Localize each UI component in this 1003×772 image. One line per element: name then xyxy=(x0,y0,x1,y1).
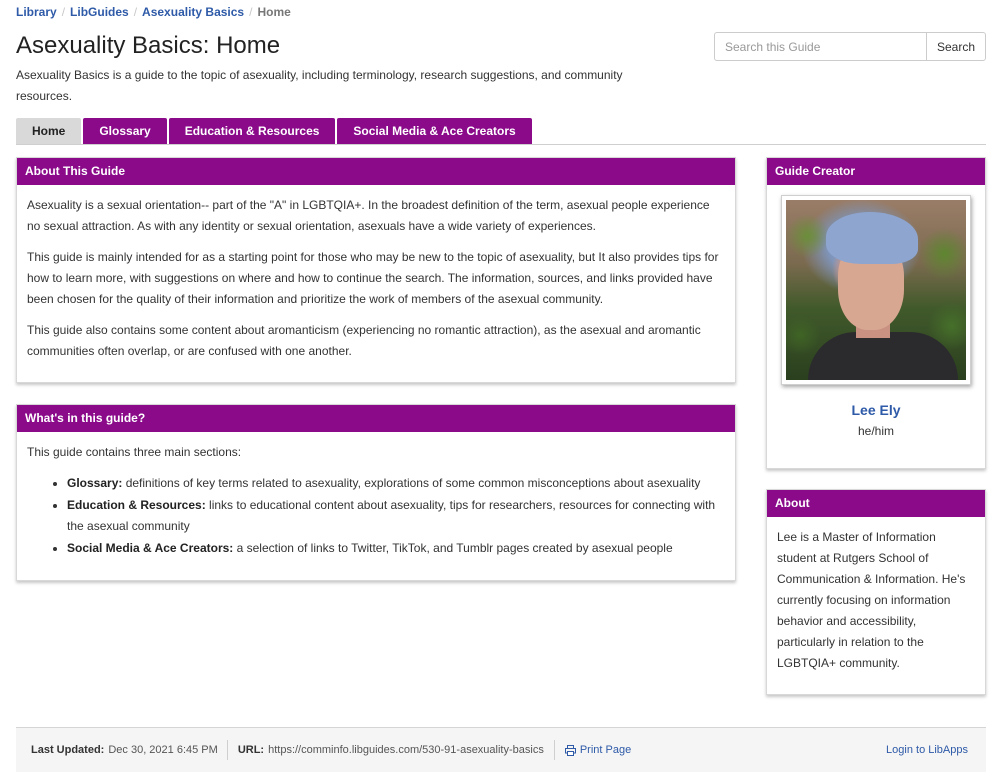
photo-shirt xyxy=(808,332,958,380)
list-item-term: Social Media & Ace Creators: xyxy=(67,541,234,555)
guide-search: Search xyxy=(714,32,986,61)
creator-photo-frame xyxy=(781,195,971,385)
breadcrumb-separator: / xyxy=(249,5,253,19)
search-button[interactable]: Search xyxy=(926,32,986,61)
whats-in-guide-body: This guide contains three main sections:… xyxy=(17,432,735,559)
breadcrumb-library-link[interactable]: Library xyxy=(16,5,57,19)
page-footer: Last Updated: Dec 30, 2021 6:45 PM URL: … xyxy=(16,727,986,772)
last-updated-label: Last Updated: xyxy=(31,744,105,756)
list-item: Social Media & Ace Creators: a selection… xyxy=(67,538,725,559)
about-guide-paragraph: This guide is mainly intended for as a s… xyxy=(27,250,719,306)
last-updated-value: Dec 30, 2021 6:45 PM xyxy=(108,744,218,756)
print-page-label: Print Page xyxy=(579,744,632,756)
footer-print: Print Page xyxy=(555,740,631,760)
about-creator-body: Lee is a Master of Information student a… xyxy=(767,517,985,674)
breadcrumb-separator: / xyxy=(133,5,138,19)
list-item-text: a selection of links to Twitter, TikTok,… xyxy=(233,541,673,555)
about-guide-box: About This Guide Asexuality is a sexual … xyxy=(16,157,736,383)
list-item-term: Education & Resources: xyxy=(67,498,206,512)
whats-in-guide-intro: This guide contains three main sections: xyxy=(27,445,242,459)
sections-list: Glossary: definitions of key terms relat… xyxy=(27,473,725,559)
about-creator-header: About xyxy=(767,490,985,517)
tab-social-media-ace-creators[interactable]: Social Media & Ace Creators xyxy=(337,118,532,144)
url-label: URL: xyxy=(237,744,265,756)
guide-creator-header: Guide Creator xyxy=(767,158,985,185)
about-creator-text: Lee is a Master of Information student a… xyxy=(777,530,966,670)
about-guide-body: Asexuality is a sexual orientation-- par… xyxy=(17,185,735,362)
print-page-link[interactable]: Print Page xyxy=(564,744,632,756)
breadcrumb-guide-link[interactable]: Asexuality Basics xyxy=(142,5,244,19)
page-title: Asexuality Basics: Home xyxy=(16,32,281,59)
footer-last-updated: Last Updated: Dec 30, 2021 6:45 PM xyxy=(16,740,228,760)
footer-url: URL: https://comminfo.libguides.com/530-… xyxy=(228,740,555,760)
tab-glossary[interactable]: Glossary xyxy=(83,118,167,144)
photo-hair xyxy=(826,212,918,264)
whats-in-guide-box: What's in this guide? This guide contain… xyxy=(16,404,736,581)
breadcrumb-separator: / xyxy=(61,5,66,19)
whats-in-guide-header: What's in this guide? xyxy=(17,405,735,432)
list-item: Education & Resources: links to educatio… xyxy=(67,495,725,537)
about-creator-box: About Lee is a Master of Information stu… xyxy=(766,489,986,695)
creator-name-link[interactable]: Lee Ely xyxy=(767,402,985,418)
search-input[interactable] xyxy=(714,32,926,61)
about-guide-paragraph: Asexuality is a sexual orientation-- par… xyxy=(27,198,710,233)
creator-photo xyxy=(786,200,966,380)
breadcrumb-libguides-link[interactable]: LibGuides xyxy=(70,5,129,19)
guide-tabs: Home Glossary Education & Resources Soci… xyxy=(16,118,986,145)
tab-education-resources[interactable]: Education & Resources xyxy=(168,118,336,144)
page-description: Asexuality Basics is a guide to the topi… xyxy=(16,68,623,103)
guide-creator-box: Guide Creator Lee Ely he/him xyxy=(766,157,986,469)
creator-pronouns: he/him xyxy=(857,424,895,438)
breadcrumb-current: Home xyxy=(257,5,291,19)
url-value: https://comminfo.libguides.com/530-91-as… xyxy=(268,744,544,756)
print-icon xyxy=(564,744,576,756)
list-item-text: definitions of key terms related to asex… xyxy=(122,476,701,490)
list-item: Glossary: definitions of key terms relat… xyxy=(67,473,725,494)
login-libapps-link[interactable]: Login to LibApps xyxy=(886,744,968,756)
breadcrumb: Library / LibGuides / Asexuality Basics / Home xyxy=(16,5,291,19)
about-guide-paragraph: This guide also contains some content ab… xyxy=(27,323,701,358)
about-guide-header: About This Guide xyxy=(17,158,735,185)
list-item-term: Glossary: xyxy=(67,476,123,490)
tab-home[interactable]: Home xyxy=(16,118,82,144)
